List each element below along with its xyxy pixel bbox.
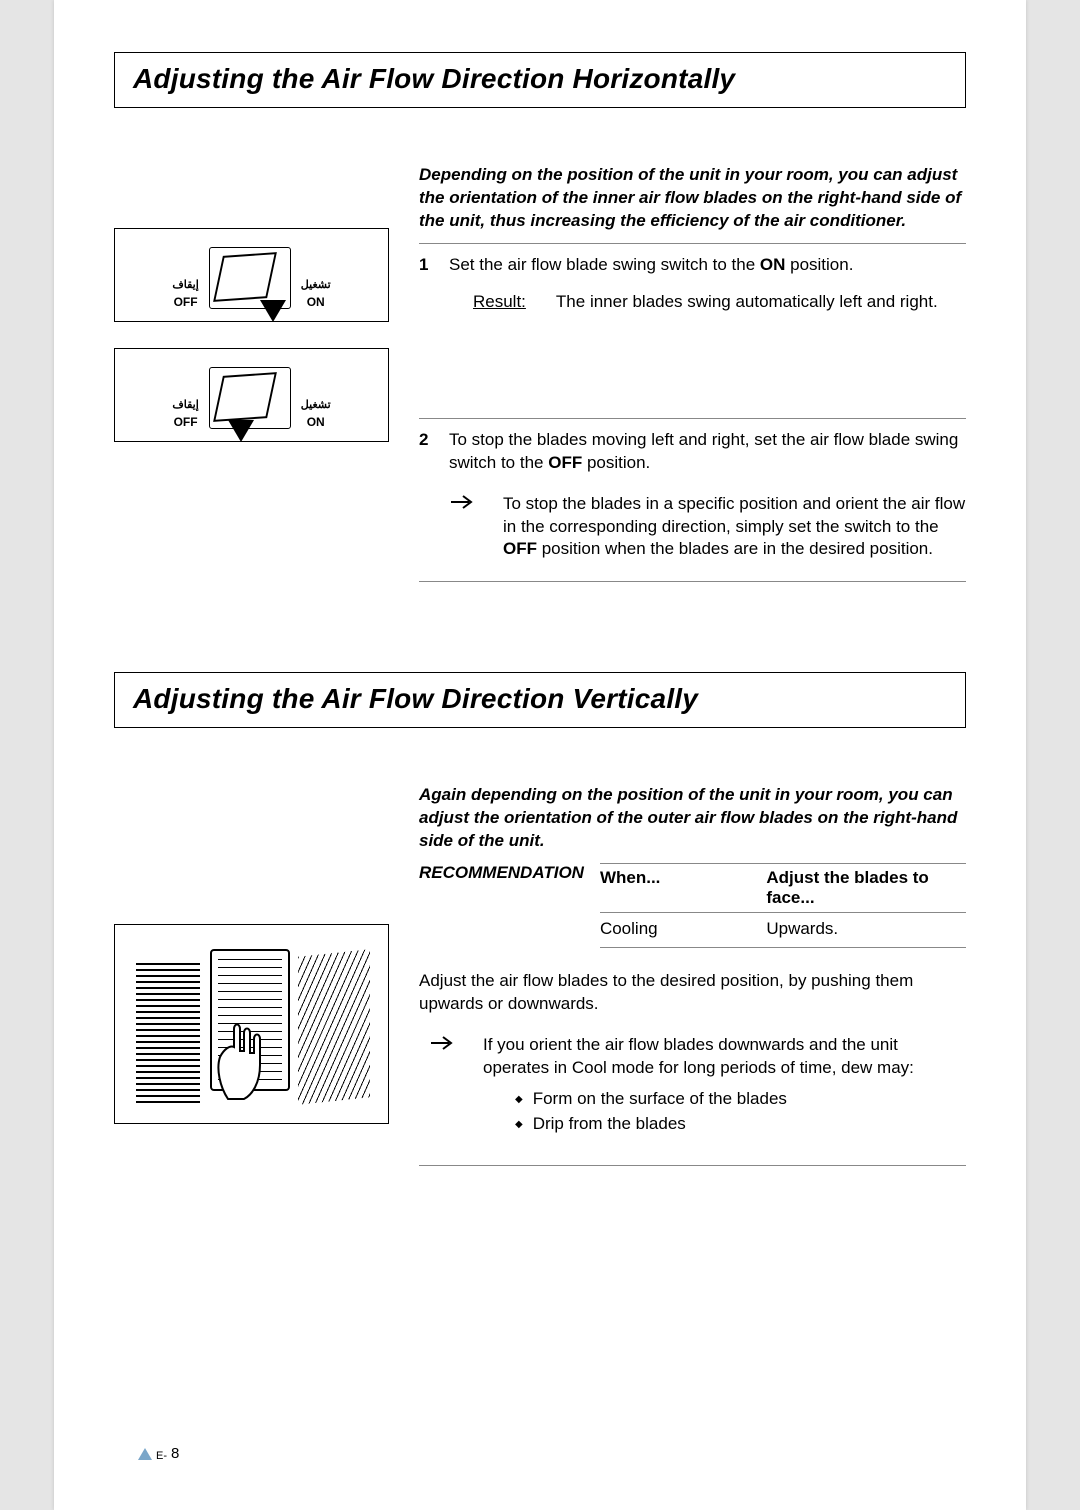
divider [419,581,966,582]
note-arrow-icon [449,493,481,562]
section1-text: Depending on the position of the unit in… [419,164,966,592]
manual-page: Adjusting the Air Flow Direction Horizon… [54,0,1026,1510]
section2-note-body: If you orient the air flow blades downwa… [483,1034,966,1137]
rec-header-when: When... [600,868,766,908]
section2-body: Again depending on the position of the u… [114,784,966,1176]
section2-text: Again depending on the position of the u… [419,784,966,1176]
section1-title-bar: Adjusting the Air Flow Direction Horizon… [114,52,966,108]
ac-unit-icon-2 [209,367,291,429]
section1-title: Adjusting the Air Flow Direction Horizon… [133,63,947,95]
result-text: The inner blades swing automatically lef… [556,291,938,314]
off-label-2: إيقاف OFF [172,399,198,429]
figure-switch-off: إيقاف OFF تشغيل ON [114,348,389,442]
divider [419,418,966,419]
hand-icon [210,1017,266,1101]
section1-intro: Depending on the position of the unit in… [419,164,966,233]
recommendation-label: RECOMMENDATION [419,863,584,883]
divider [419,243,966,244]
arrow-down-icon [228,420,254,442]
divider [600,947,966,948]
note-arrow-icon [429,1034,461,1137]
vertical-blades-illustration [132,939,372,1109]
section1-figures: إيقاف OFF تشغيل ON [114,164,389,592]
page-content: Adjusting the Air Flow Direction Horizon… [54,0,1026,1176]
step-number: 1 [419,254,435,314]
recommendation-table: When... Adjust the blades to face... Coo… [600,863,966,948]
recommendation-row: Cooling Upwards. [600,913,966,945]
note-text: To stop the blades in a specific positio… [503,493,966,562]
rec-adjust: Upwards. [766,919,966,939]
ac-unit-icon [209,247,291,309]
on-label-2: تشغيل ON [301,399,331,429]
step-2-note: To stop the blades in a specific positio… [449,493,966,562]
dew-consequences-list: Form on the surface of the blades Drip f… [515,1086,966,1137]
step-1-body: Set the air flow blade swing switch to t… [449,254,966,314]
louvers-icon [136,963,200,1103]
arrow-down-icon [260,300,286,322]
step-1: 1 Set the air flow blade swing switch to… [419,254,966,314]
on-label: تشغيل ON [301,279,331,309]
section2-body-text: Adjust the air flow blades to the desire… [419,970,966,1016]
section2-title-bar: Adjusting the Air Flow Direction Vertica… [114,672,966,728]
switch-off-illustration: إيقاف OFF تشغيل ON [172,367,330,429]
list-item: Drip from the blades [515,1111,966,1137]
section2-note: If you orient the air flow blades downwa… [429,1034,966,1137]
step-number: 2 [419,429,435,562]
page-marker-icon [138,1448,152,1460]
section2-title: Adjusting the Air Flow Direction Vertica… [133,683,947,715]
rec-header-adjust: Adjust the blades to face... [766,868,966,908]
figure-switch-on: إيقاف OFF تشغيل ON [114,228,389,322]
step-2: 2 To stop the blades moving left and rig… [419,429,966,562]
divider [419,1165,966,1166]
page-number: E-8 [138,1445,179,1462]
list-item: Form on the surface of the blades [515,1086,966,1112]
off-label: إيقاف OFF [172,279,198,309]
step-2-body: To stop the blades moving left and right… [449,429,966,562]
figure-vertical-blades [114,924,389,1124]
section2-intro: Again depending on the position of the u… [419,784,966,853]
recommendation-header: When... Adjust the blades to face... [600,863,966,913]
side-fins-icon [298,950,370,1106]
result-label: Result: [473,291,526,314]
section2-figures [114,784,389,1176]
switch-on-illustration: إيقاف OFF تشغيل ON [172,247,330,309]
recommendation-block: RECOMMENDATION When... Adjust the blades… [419,863,966,948]
section1-body: إيقاف OFF تشغيل ON [114,164,966,592]
rec-when: Cooling [600,919,766,939]
step-1-result: Result: The inner blades swing automatic… [473,291,966,314]
